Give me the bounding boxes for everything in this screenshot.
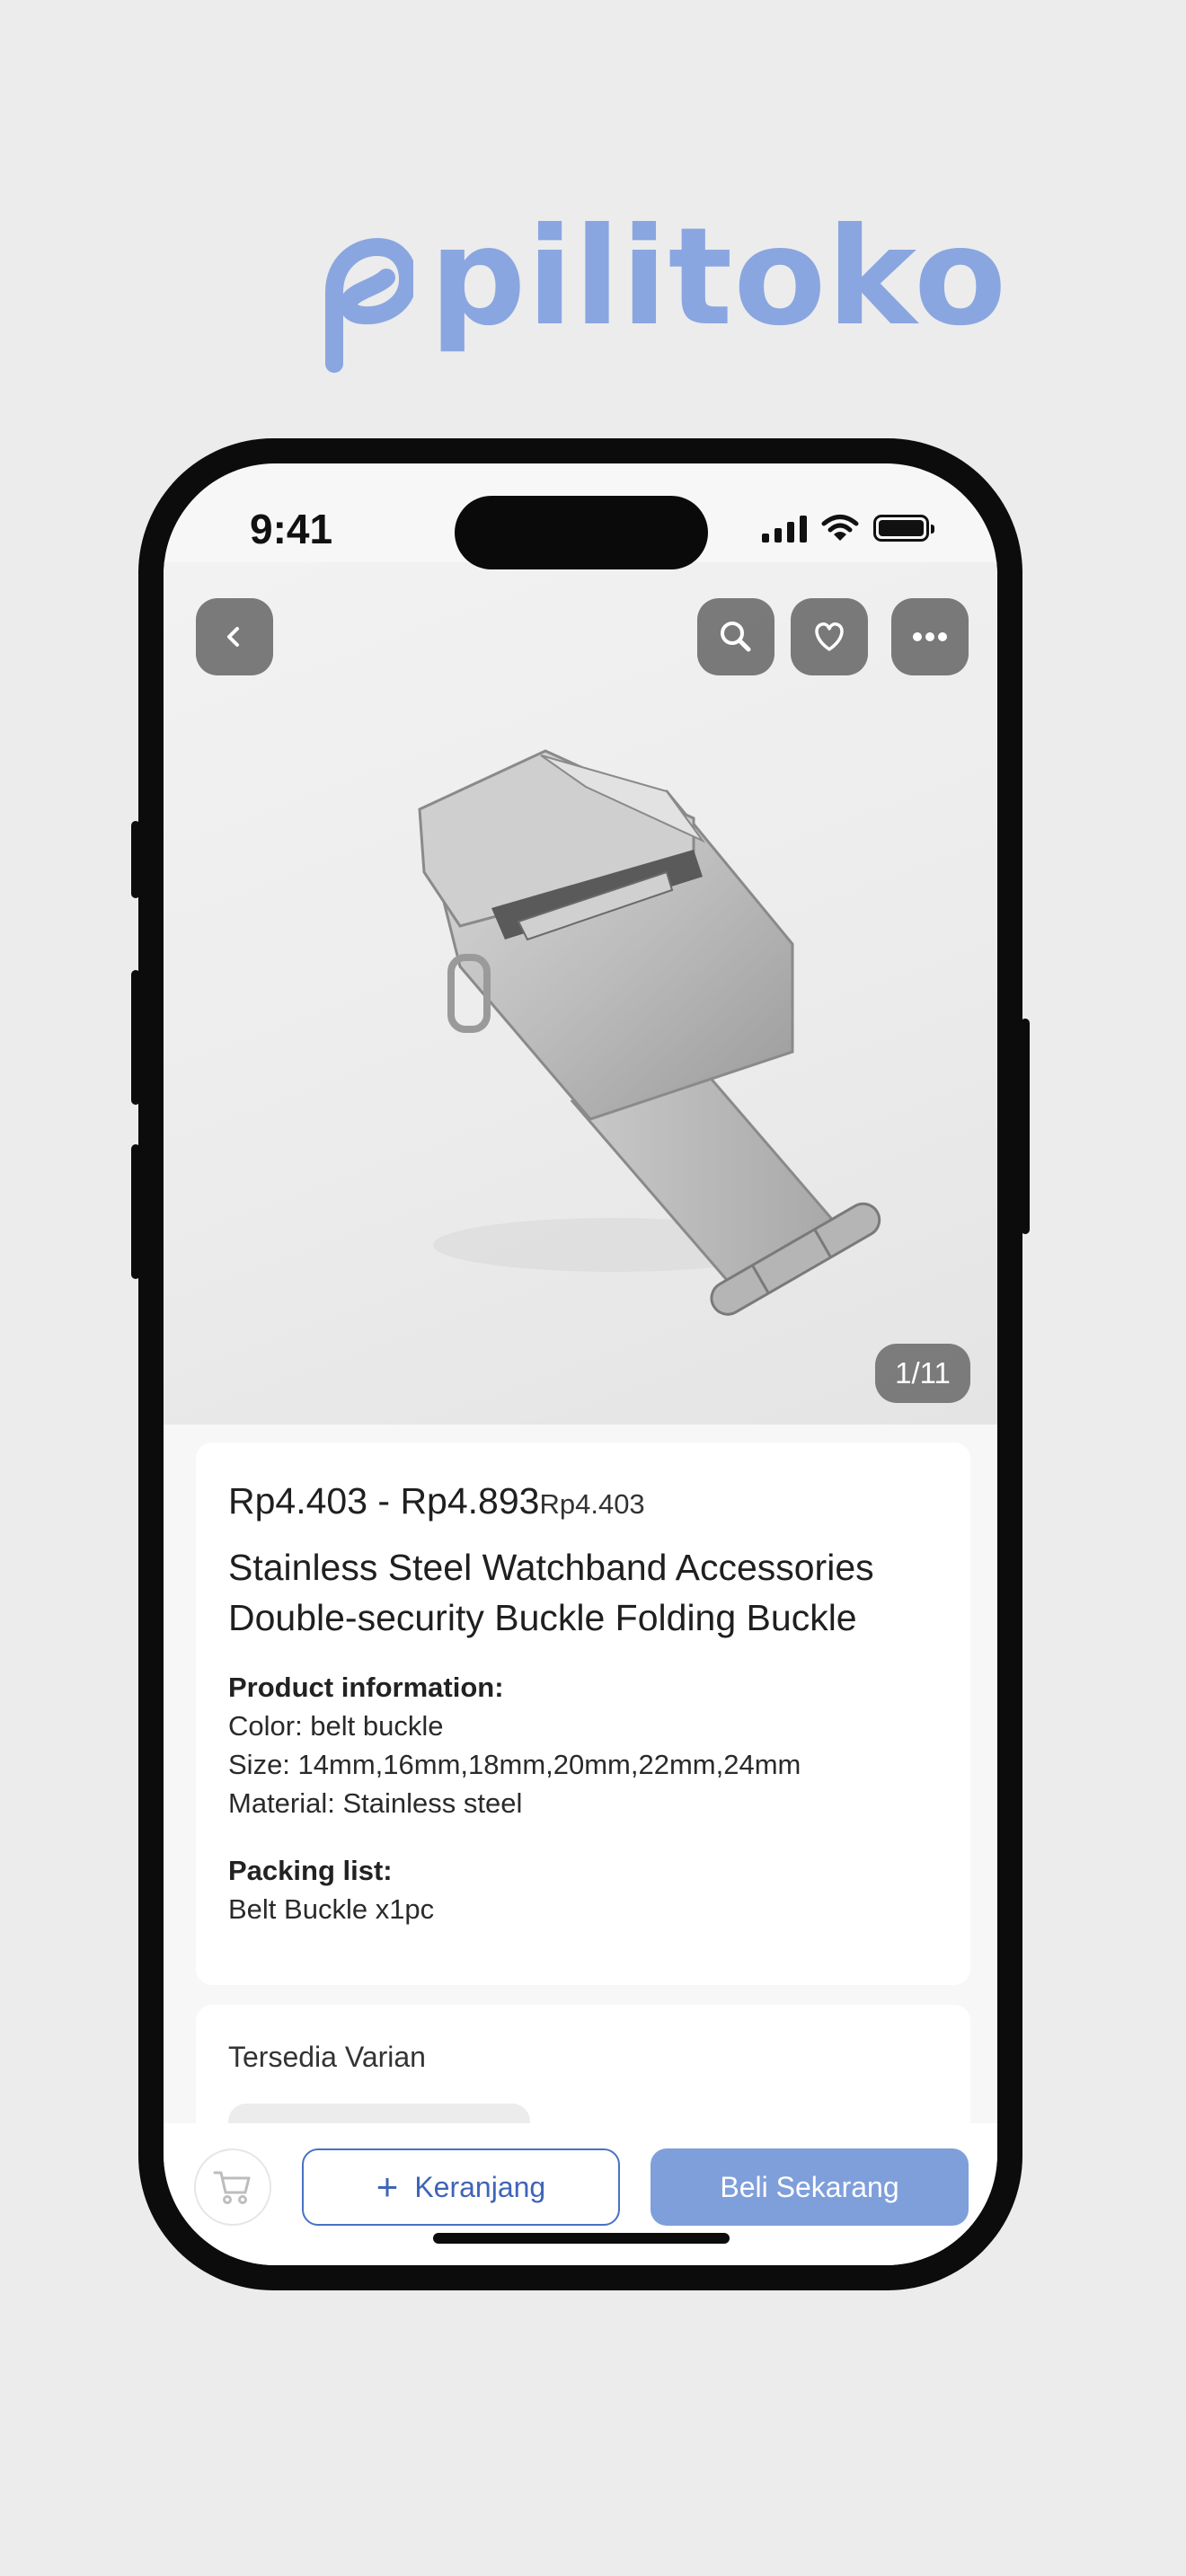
price-range: Rp4.403 - Rp4.893 [228,1480,540,1522]
signal-icon [762,514,807,543]
packing-item: Belt Buckle x1pc [228,1893,435,1925]
plus-icon: + [376,2166,399,2208]
more-icon [913,632,947,641]
product-title: Stainless Steel Watchband Accessories Do… [228,1547,874,1638]
logo-mark-icon [325,238,413,373]
back-button[interactable] [196,598,273,675]
size-spec: Size: 14mm,16mm,18mm,20mm,22mm,24mm [228,1749,801,1780]
add-to-cart-label: Keranjang [414,2170,546,2203]
home-indicator[interactable] [433,2233,730,2244]
original-price: Rp4.403 [539,1488,645,1520]
image-counter: 1/11 [875,1344,970,1403]
status-icons [762,514,934,543]
app-screen: 9:41 1/11 Rp4.403 - Rp4.893 Rp4.403 Stai… [164,463,997,2265]
packing-heading: Packing list: [228,1855,393,1886]
product-description: Product information: Color: belt buckle … [228,1668,938,1928]
cart-icon [213,2171,251,2204]
info-heading: Product information: [228,1672,504,1703]
product-image[interactable] [164,562,997,1425]
battery-icon [873,515,934,542]
product-info-card: Rp4.403 - Rp4.893 Rp4.403 Stainless Stee… [196,1442,970,1985]
wishlist-button[interactable] [791,598,868,675]
packing-section: Packing list: Belt Buckle x1pc [228,1851,938,1928]
more-options-button[interactable] [891,598,969,675]
dynamic-island [455,496,708,569]
material-spec: Material: Stainless steel [228,1787,523,1819]
bottom-action-bar: + Keranjang Beli Sekarang [164,2123,997,2265]
power-button [1021,1019,1030,1234]
color-spec: Color: belt buckle [228,1710,444,1742]
back-icon [227,627,239,647]
price-row: Rp4.403 - Rp4.893 Rp4.403 [228,1480,938,1522]
search-button[interactable] [697,598,774,675]
wifi-icon [821,515,859,541]
phone-frame: 9:41 1/11 Rp4.403 - Rp4.893 Rp4.403 Stai… [131,438,1030,2290]
brand-name: pilitoko [429,199,1008,356]
brand-logo: pilitoko [314,204,1006,373]
search-icon [721,622,751,652]
action-button [131,821,140,898]
status-time: 9:41 [250,506,333,552]
buy-now-button[interactable]: Beli Sekarang [651,2148,969,2226]
volume-down-button [131,1144,140,1279]
buy-now-label: Beli Sekarang [720,2170,899,2203]
cart-button[interactable] [194,2148,271,2226]
volume-up-button [131,970,140,1105]
heart-icon [815,622,844,651]
variant-label: Tersedia Varian [228,2041,426,2073]
add-to-cart-button[interactable]: + Keranjang [302,2148,620,2226]
watch-buckle-illustration [418,749,881,1316]
